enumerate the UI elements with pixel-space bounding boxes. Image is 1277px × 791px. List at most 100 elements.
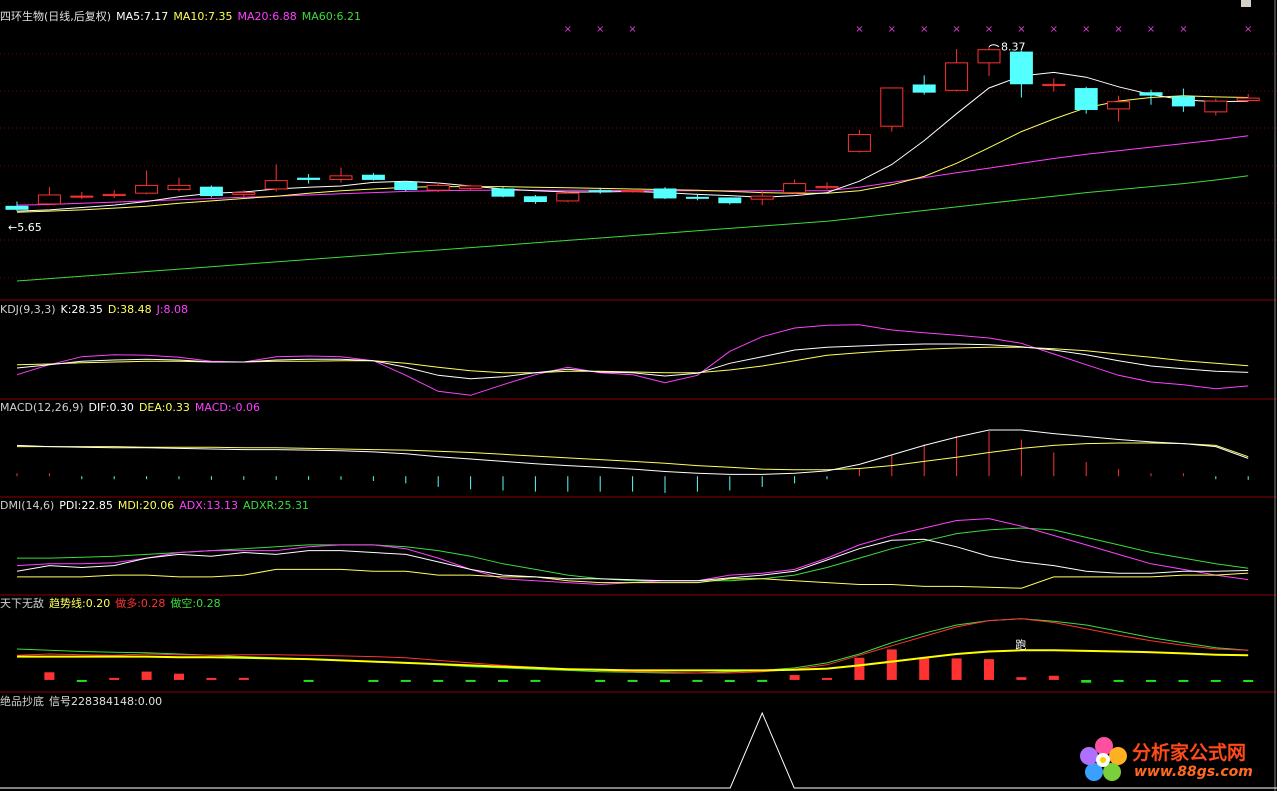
candle-up [102,193,126,197]
tianxia-mark: 跑 [1015,637,1026,651]
tianxia-zuokong: 做空:0.28 [170,597,221,610]
tianxia-bar [627,679,638,682]
tianxia-zuokong-line [16,618,1249,674]
signal-marker: × [1244,24,1252,35]
tianxia-bar [984,659,994,680]
macd-dif-line [16,429,1249,475]
candle-up [264,180,288,190]
candle-down [588,190,612,193]
candle-up [232,192,256,195]
ma5-value: MA5:7.17 [116,10,169,23]
tianxia-bar [174,673,184,680]
high-price-label: 8.37 [1001,41,1026,54]
tianxia-bar [757,679,768,682]
signal-marker: × [888,24,896,35]
candle-up [1042,83,1066,87]
candle-down [394,181,418,191]
macd-dea-line [17,442,1249,471]
watermark-name: 分析家公式网 [1132,742,1247,764]
macd-panel-header: MACD(12,26,9) DIF:0.30 DEA:0.33 MACD:-0.06 [0,401,265,415]
chart-canvas[interactable]: × × × × × × × × × × × × × × × 8.37 ←5.65 跑 [0,0,1277,791]
signal-marker: × [564,24,572,35]
tianxia-bar [724,679,735,683]
high-price-pointer [988,44,1000,48]
signal-marker: × [596,24,604,35]
tianxia-bar [951,658,962,680]
candle-up [70,195,94,198]
tianxia-bar [141,671,152,680]
candle-up [977,49,1001,64]
candle-up [750,195,774,200]
tianxia-bar [789,675,800,680]
dmi-pdi-line [16,538,1249,582]
jp-signal: 信号228384148:0.00 [49,695,163,708]
tianxia-bar [1048,675,1059,680]
window-corner-control[interactable] [1241,0,1251,7]
tianxia-bar [886,649,897,680]
kdj-j: J:8.08 [156,303,189,316]
tianxia-bar [854,657,865,680]
macd-dea: DEA:0.33 [138,401,190,414]
tianxia-zuoduo-line [16,618,1249,674]
stock-title: 四环生物(日线,后复权) [0,10,112,23]
candle-up [459,185,483,189]
tianxia-bar [1016,677,1027,680]
tianxia-name: 天下无敌 [0,597,44,610]
dmi-adx: ADX:13.13 [179,499,238,512]
tianxia-bar [368,679,379,682]
watermark-url: www.88gs.com [1134,764,1253,780]
tianxia-bar [206,677,217,680]
candle-down [523,196,547,203]
candle-up [847,134,871,152]
candle-down [5,205,29,210]
kdj-j-line [16,324,1249,396]
tianxia-bar [498,679,508,682]
tianxia-bar [919,658,930,680]
dmi-adx-line [16,518,1249,586]
candle-up [556,192,580,202]
tianxia-bar [400,679,411,682]
signal-marker: × [985,24,993,35]
flower-logo-icon [1080,737,1127,781]
tianxia-trend-line [17,649,1249,672]
tianxia-bar [1178,679,1189,682]
dmi-panel-header: DMI(14,6) PDI:22.85 MDI:20.06 ADX:13.13 ADXR… [0,499,314,513]
dmi-mdi: MDI:20.06 [117,499,175,512]
signal-marker: × [1082,24,1090,35]
dmi-name: DMI(14,6) [0,499,55,512]
tianxia-bar [1210,679,1221,682]
dmi-mdi-line [17,568,1249,589]
tianxia-panel-header: 天下无敌 趋势线:0.20 做多:0.28 做空:0.28 [0,597,226,611]
tianxia-bar [238,677,249,680]
tianxia-bar [433,679,444,682]
signal-marker: × [628,24,636,35]
candle-up [1236,97,1260,102]
candle-down [491,188,515,197]
dmi-pdi: PDI:22.85 [59,499,113,512]
candle-up [783,183,807,194]
signal-marker: × [1179,24,1187,35]
dmi-adxr-line [17,527,1249,582]
macd-dif: DIF:0.30 [88,401,134,414]
candle-up [37,194,61,205]
candle-down [718,197,742,204]
jp-panel-header: 绝品抄底 信号228384148:0.00 [0,695,167,709]
kdj-panel-header: KDJ(9,3,3) K:28.35 D:38.48 J:8.08 [0,303,193,317]
jp-name: 绝品抄底 [0,695,44,708]
macd-macd: MACD:-0.06 [194,401,261,414]
candle-down [685,196,709,199]
kdj-d: D:38.48 [107,303,152,316]
tianxia-bar [76,679,87,682]
candle-down [1171,96,1195,107]
tianxia-bar [1113,679,1124,682]
candle-down [653,188,677,199]
candle-up [329,175,353,180]
tianxia-bar [530,679,541,682]
tianxia-bar [44,672,55,680]
kdj-name: KDJ(9,3,3) [0,303,56,316]
candle-down [297,177,321,180]
tianxia-bar [660,679,670,683]
tianxia-bar [692,679,703,682]
candle-down [361,174,385,180]
tianxia-bar [1146,679,1156,682]
